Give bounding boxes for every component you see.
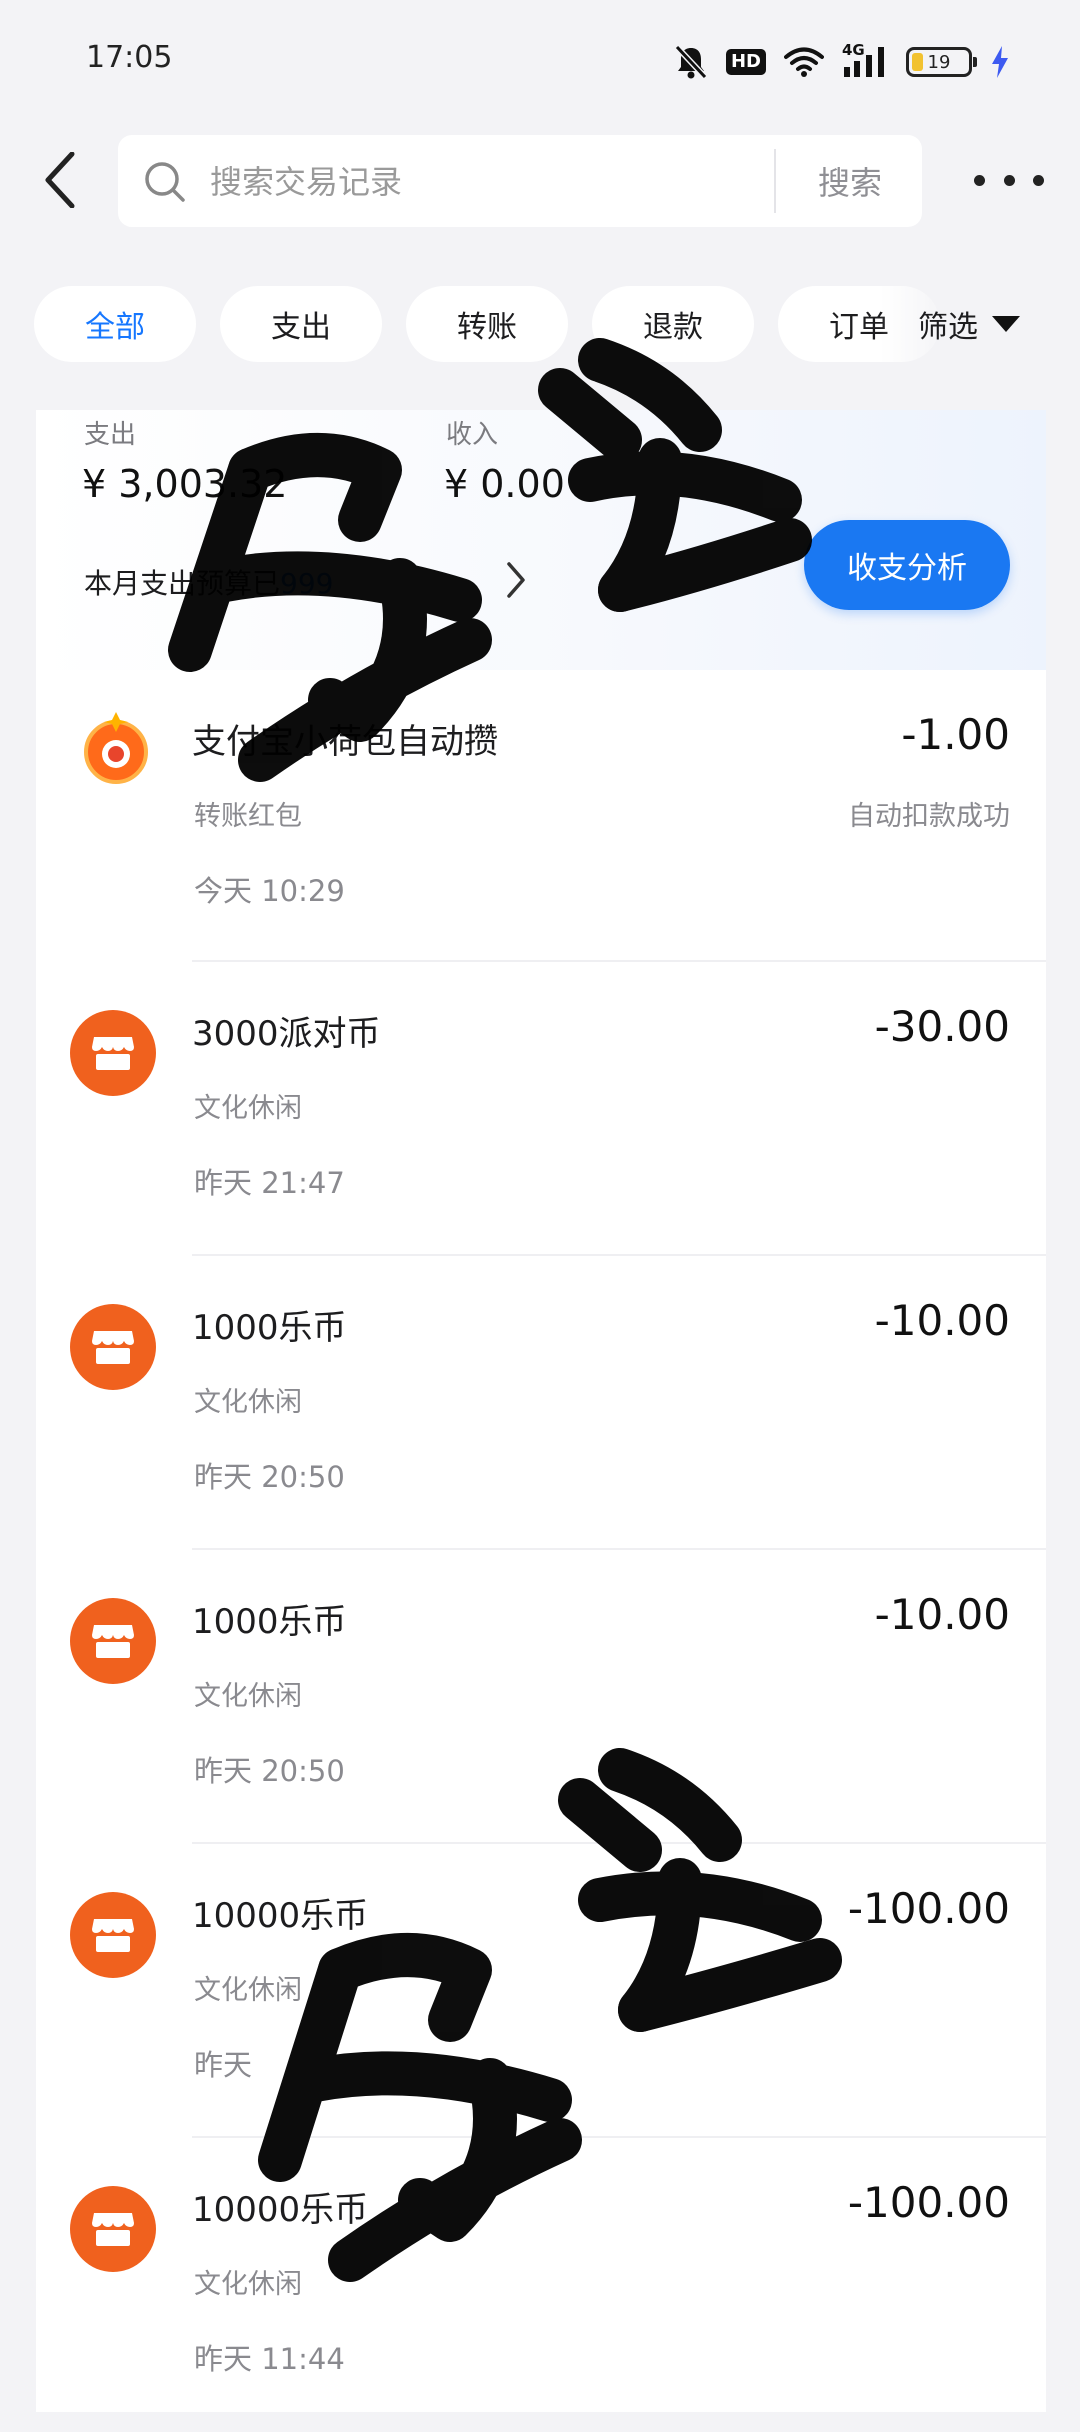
shop-icon [70,1598,156,1684]
transaction-category: 转账红包 [194,801,302,832]
header: 搜索 [0,130,1080,230]
filter-select-button[interactable]: 筛选 [918,286,1020,362]
transaction-amount: -10.00 [874,1590,1010,1639]
filter-tab-all[interactable]: 全部 [34,286,196,362]
summary-card: 支出 ¥ 3,003.32 收入 ¥ 0.00 本月支出预算已999 收支分析 [36,410,1046,670]
yuebao-icon [78,710,154,786]
shop-icon [70,1304,156,1390]
back-button[interactable] [30,150,90,210]
transaction-time: 昨天 20:50 [194,1460,345,1494]
transaction-item[interactable]: 10000乐币 -100.00 文化休闲 昨天 11:44 [36,2138,1046,2432]
charging-bolt-icon [990,45,1010,79]
transaction-title: 10000乐币 [192,1896,369,1936]
budget-amount: 999 [280,567,334,600]
transaction-title: 1000乐币 [192,1602,347,1642]
income-expense-analysis-button[interactable]: 收支分析 [804,520,1010,610]
shop-icon [70,1010,156,1096]
battery-icon: 19 [906,47,977,77]
filter-tab-refund[interactable]: 退款 [592,286,754,362]
transaction-status: 自动扣款成功 [848,801,1010,832]
triangle-down-icon [992,316,1020,332]
transaction-amount: -1.00 [901,710,1010,759]
transaction-category: 文化休闲 [194,1975,302,2006]
search-box[interactable]: 搜索 [118,135,922,229]
expense-label: 支出 [84,420,137,450]
income-label: 收入 [446,420,499,450]
transaction-category: 文化休闲 [194,1093,302,1124]
transaction-title: 10000乐币 [192,2190,369,2230]
chevron-left-icon [45,152,75,208]
transaction-amount: -10.00 [874,1296,1010,1345]
transaction-time: 昨天 20:50 [194,1754,345,1788]
search-icon [145,162,185,202]
filter-bar: 全部 支出 转账 退款 订单 筛选 [0,286,1080,366]
budget-link[interactable]: 本月支出预算已999 [84,562,333,602]
search-divider [774,149,776,213]
transaction-amount: -30.00 [874,1002,1010,1051]
status-bar: 17:05 HD 4G 19 [0,0,1080,118]
transaction-item[interactable]: 支付宝小荷包自动攒 -1.00 转账红包 自动扣款成功 今天 10:29 [36,670,1046,962]
transaction-time: 昨天 21:47 [194,1166,345,1200]
transaction-time: 今天 10:29 [194,874,345,908]
transaction-category: 文化休闲 [194,2269,302,2300]
transaction-title: 3000派对币 [192,1014,381,1054]
transaction-title: 1000乐币 [192,1308,347,1348]
status-time: 17:05 [86,40,173,75]
transaction-time: 昨天 11:44 [194,2342,345,2376]
hd-badge: HD [725,49,766,75]
mute-bell-icon [674,44,708,80]
more-options-button[interactable] [974,158,1044,202]
dot-icon [1033,174,1044,186]
cellular-signal-icon: 4G [842,41,888,79]
filter-tab-transfer[interactable]: 转账 [406,286,568,362]
transaction-item[interactable]: 1000乐币 -10.00 文化休闲 昨天 20:50 [36,1550,1046,1844]
status-icons: HD 4G 19 [674,40,1010,84]
dot-icon [974,174,985,186]
shop-icon [70,2186,156,2272]
transaction-item[interactable]: 1000乐币 -10.00 文化休闲 昨天 20:50 [36,1256,1046,1550]
transaction-category: 文化休闲 [194,1387,302,1418]
transaction-amount: -100.00 [847,1884,1010,1933]
transaction-category: 文化休闲 [194,1681,302,1712]
search-input[interactable] [208,135,772,229]
wifi-icon [784,46,824,78]
transaction-time: 昨天 [194,2048,253,2082]
battery-level: 19 [927,51,951,73]
budget-prefix: 本月支出预算已 [84,567,281,600]
transaction-title: 支付宝小荷包自动攒 [192,722,498,762]
expense-value: ¥ 3,003.32 [82,462,288,506]
filter-tab-expense[interactable]: 支出 [220,286,382,362]
shop-icon [70,1892,156,1978]
chevron-right-icon [507,562,525,598]
income-value: ¥ 0.00 [444,462,565,506]
filter-select-label: 筛选 [918,310,978,345]
search-button[interactable]: 搜索 [778,135,922,227]
transaction-item[interactable]: 3000派对币 -30.00 文化休闲 昨天 21:47 [36,962,1046,1256]
transaction-list: 支付宝小荷包自动攒 -1.00 转账红包 自动扣款成功 今天 10:29 300… [36,670,1046,2412]
dot-icon [1003,174,1015,186]
transaction-item[interactable]: 10000乐币 -100.00 文化休闲 昨天 [36,1844,1046,2138]
transaction-amount: -100.00 [847,2178,1010,2227]
